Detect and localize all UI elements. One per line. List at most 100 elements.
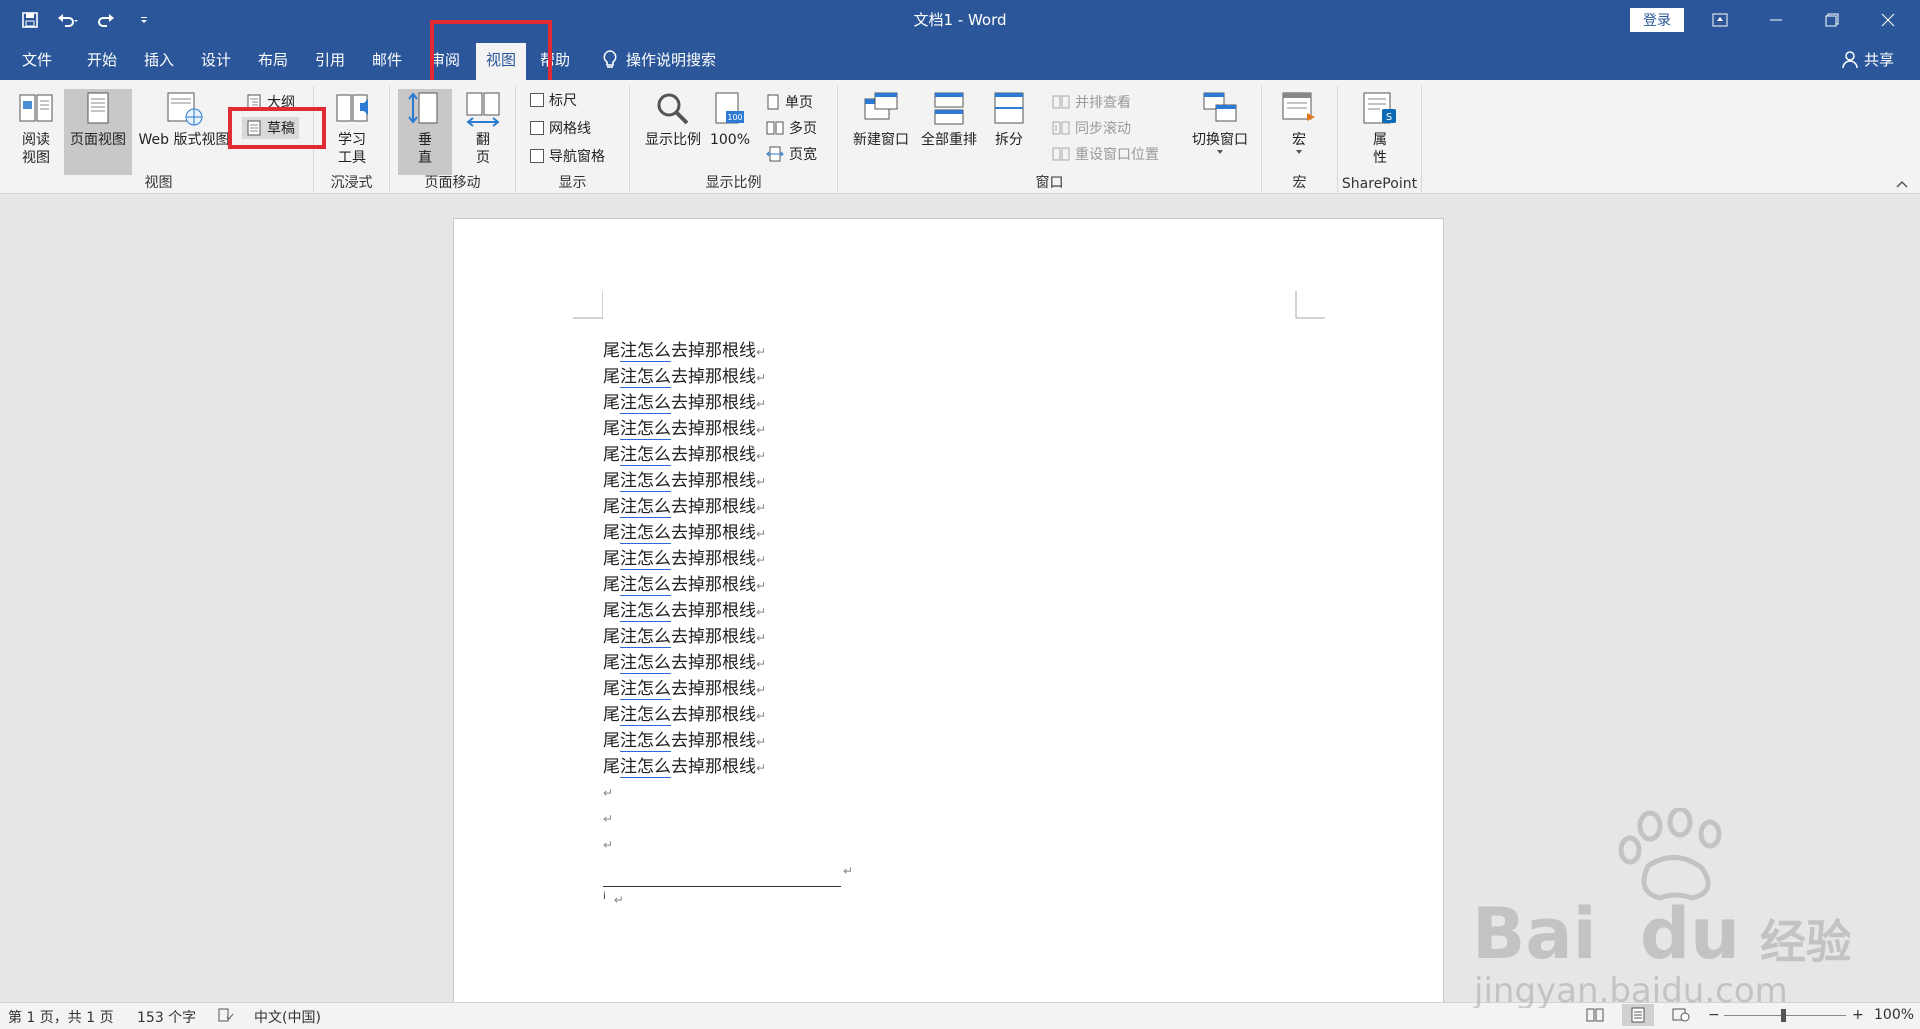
macros-button[interactable]: 宏 — [1274, 89, 1324, 155]
split-icon — [994, 92, 1024, 124]
gridlines-checkbox[interactable]: 网格线 — [530, 117, 591, 139]
gridlines-check[interactable] — [530, 121, 544, 135]
proofing-icon[interactable] — [218, 1008, 234, 1026]
reset-window-position-button[interactable]: 重设窗口位置 — [1052, 143, 1159, 165]
crop-mark-top-left — [573, 291, 603, 319]
document-line[interactable]: 尾注怎么去掉那根线↵ — [603, 650, 853, 676]
line-text-underlined: 注怎么 — [620, 445, 671, 466]
document-line[interactable]: 尾注怎么去掉那根线↵ — [603, 702, 853, 728]
read-mode-button[interactable]: 阅读 视图 — [12, 89, 60, 167]
document-line[interactable]: 尾注怎么去掉那根线↵ — [603, 520, 853, 546]
document-line[interactable]: 尾注怎么去掉那根线↵ — [603, 572, 853, 598]
one-page-button[interactable]: 单页 — [766, 91, 813, 113]
tab-home[interactable]: 开始 — [87, 40, 117, 80]
zoom-slider[interactable] — [1724, 1009, 1846, 1022]
document-line[interactable]: 尾注怎么去掉那根线↵ — [603, 728, 853, 754]
print-layout-button[interactable]: 页面视图 — [64, 89, 132, 175]
page-count[interactable]: 第 1 页，共 1 页 — [8, 1007, 114, 1027]
ruler-checkbox[interactable]: 标尺 — [530, 89, 577, 111]
zoom-button[interactable]: 显示比例 — [642, 89, 704, 149]
ribbon-display-options-icon[interactable] — [1692, 0, 1748, 40]
line-text-start: 尾 — [603, 627, 620, 647]
line-text-underlined: 注怎么 — [620, 653, 671, 674]
side-to-side-button[interactable]: 翻 页 — [456, 89, 510, 167]
document-line[interactable]: 尾注怎么去掉那根线↵ — [603, 494, 853, 520]
zoom-100-button[interactable]: 100 100% — [708, 89, 752, 149]
sync-scroll-button[interactable]: 同步滚动 — [1052, 117, 1131, 139]
tab-layout[interactable]: 布局 — [258, 40, 288, 80]
view-side-by-side-button[interactable]: 并排查看 — [1052, 91, 1131, 113]
read-mode-status-icon[interactable] — [1586, 1008, 1604, 1026]
line-text-start: 尾 — [603, 575, 620, 595]
web-layout-status-icon[interactable] — [1672, 1008, 1690, 1026]
zoom-slider-thumb[interactable] — [1781, 1009, 1786, 1022]
line-text-start: 尾 — [603, 523, 620, 543]
tab-references[interactable]: 引用 — [315, 40, 345, 80]
document-body[interactable]: 尾注怎么去掉那根线↵ 尾注怎么去掉那根线↵ 尾注怎么去掉那根线↵ 尾注怎么去掉那根线↵… — [603, 338, 853, 910]
document-page[interactable]: 尾注怎么去掉那根线↵ 尾注怎么去掉那根线↵ 尾注怎么去掉那根线↵ 尾注怎么去掉那根线↵… — [453, 218, 1444, 1018]
language[interactable]: 中文(中国) — [254, 1007, 321, 1027]
empty-paragraph[interactable]: ↵ — [603, 832, 853, 858]
document-line[interactable]: 尾注怎么去掉那根线↵ — [603, 598, 853, 624]
tab-file[interactable]: 文件 — [22, 40, 52, 80]
login-button[interactable]: 登录 — [1630, 8, 1684, 32]
line-text-underlined: 注怎么 — [620, 419, 671, 440]
empty-paragraph[interactable]: ↵ — [603, 780, 853, 806]
group-sharepoint: S 属 性 SharePoint — [1338, 86, 1422, 192]
paragraph-mark: ↵ — [756, 475, 767, 489]
minimize-icon[interactable] — [1748, 0, 1804, 40]
tab-insert[interactable]: 插入 — [144, 40, 174, 80]
page-width-button[interactable]: 页宽 — [766, 143, 817, 165]
document-line[interactable]: 尾注怎么去掉那根线↵ — [603, 546, 853, 572]
document-line[interactable]: 尾注怎么去掉那根线↵ — [603, 442, 853, 468]
multiple-pages-label: 多页 — [789, 121, 817, 137]
empty-paragraph[interactable]: ↵ — [603, 806, 853, 832]
endnote-row[interactable]: i ↵ — [603, 884, 853, 910]
zoom-out-button[interactable]: − — [1708, 1007, 1720, 1023]
learning-tools-label-2: 工具 — [338, 150, 366, 166]
line-text-underlined: 注怎么 — [620, 497, 671, 518]
side-by-side-label: 并排查看 — [1075, 95, 1131, 111]
nav-pane-check[interactable] — [530, 149, 544, 163]
close-icon[interactable] — [1860, 0, 1916, 40]
side-to-side-icon — [466, 92, 500, 127]
nav-pane-checkbox[interactable]: 导航窗格 — [530, 145, 605, 167]
collapse-ribbon-icon[interactable] — [1896, 176, 1908, 192]
paragraph-mark: ↵ — [756, 605, 767, 619]
share-button[interactable]: 共享 — [1842, 40, 1894, 80]
line-text-end: 去掉那根线 — [671, 367, 756, 387]
tab-mailings[interactable]: 邮件 — [372, 40, 402, 80]
document-line[interactable]: 尾注怎么去掉那根线↵ — [603, 468, 853, 494]
document-line[interactable]: 尾注怎么去掉那根线↵ — [603, 676, 853, 702]
multiple-pages-button[interactable]: 多页 — [766, 117, 817, 139]
page-width-label: 页宽 — [789, 147, 817, 163]
new-window-button[interactable]: 新建窗口 — [850, 89, 912, 149]
split-button[interactable]: 拆分 — [986, 89, 1032, 149]
line-text-start: 尾 — [603, 757, 620, 777]
document-line[interactable]: 尾注怎么去掉那根线↵ — [603, 338, 853, 364]
properties-button[interactable]: S 属 性 — [1352, 89, 1408, 167]
tab-design[interactable]: 设计 — [201, 40, 231, 80]
ruler-check[interactable] — [530, 93, 544, 107]
web-layout-button[interactable]: Web 版式视图 — [136, 89, 232, 149]
zoom-in-button[interactable]: + — [1852, 1007, 1864, 1023]
macros-icon — [1282, 92, 1315, 121]
document-line[interactable]: 尾注怎么去掉那根线↵ — [603, 624, 853, 650]
vertical-button[interactable]: 垂 直 — [398, 89, 452, 175]
document-line[interactable]: 尾注怎么去掉那根线↵ — [603, 364, 853, 390]
learning-tools-button[interactable]: 学习 工具 — [326, 89, 378, 167]
switch-windows-button[interactable]: 切换窗口 — [1184, 89, 1256, 155]
document-line[interactable]: 尾注怎么去掉那根线↵ — [603, 390, 853, 416]
arrange-all-button[interactable]: 全部重排 — [918, 89, 980, 149]
document-line[interactable]: 尾注怎么去掉那根线↵ — [603, 416, 853, 442]
restore-icon[interactable] — [1804, 0, 1860, 40]
side-to-side-label-2: 页 — [476, 150, 490, 166]
line-text-end: 去掉那根线 — [671, 705, 756, 725]
zoom-percent[interactable]: 100% — [1874, 1007, 1914, 1023]
group-label-views: 视图 — [144, 175, 173, 191]
tell-me-search[interactable]: 操作说明搜索 — [602, 40, 716, 80]
learning-tools-icon — [336, 94, 368, 122]
line-text-end: 去掉那根线 — [671, 601, 756, 621]
document-line[interactable]: 尾注怎么去掉那根线↵ — [603, 754, 853, 780]
word-count[interactable]: 153 个字 — [137, 1007, 196, 1027]
